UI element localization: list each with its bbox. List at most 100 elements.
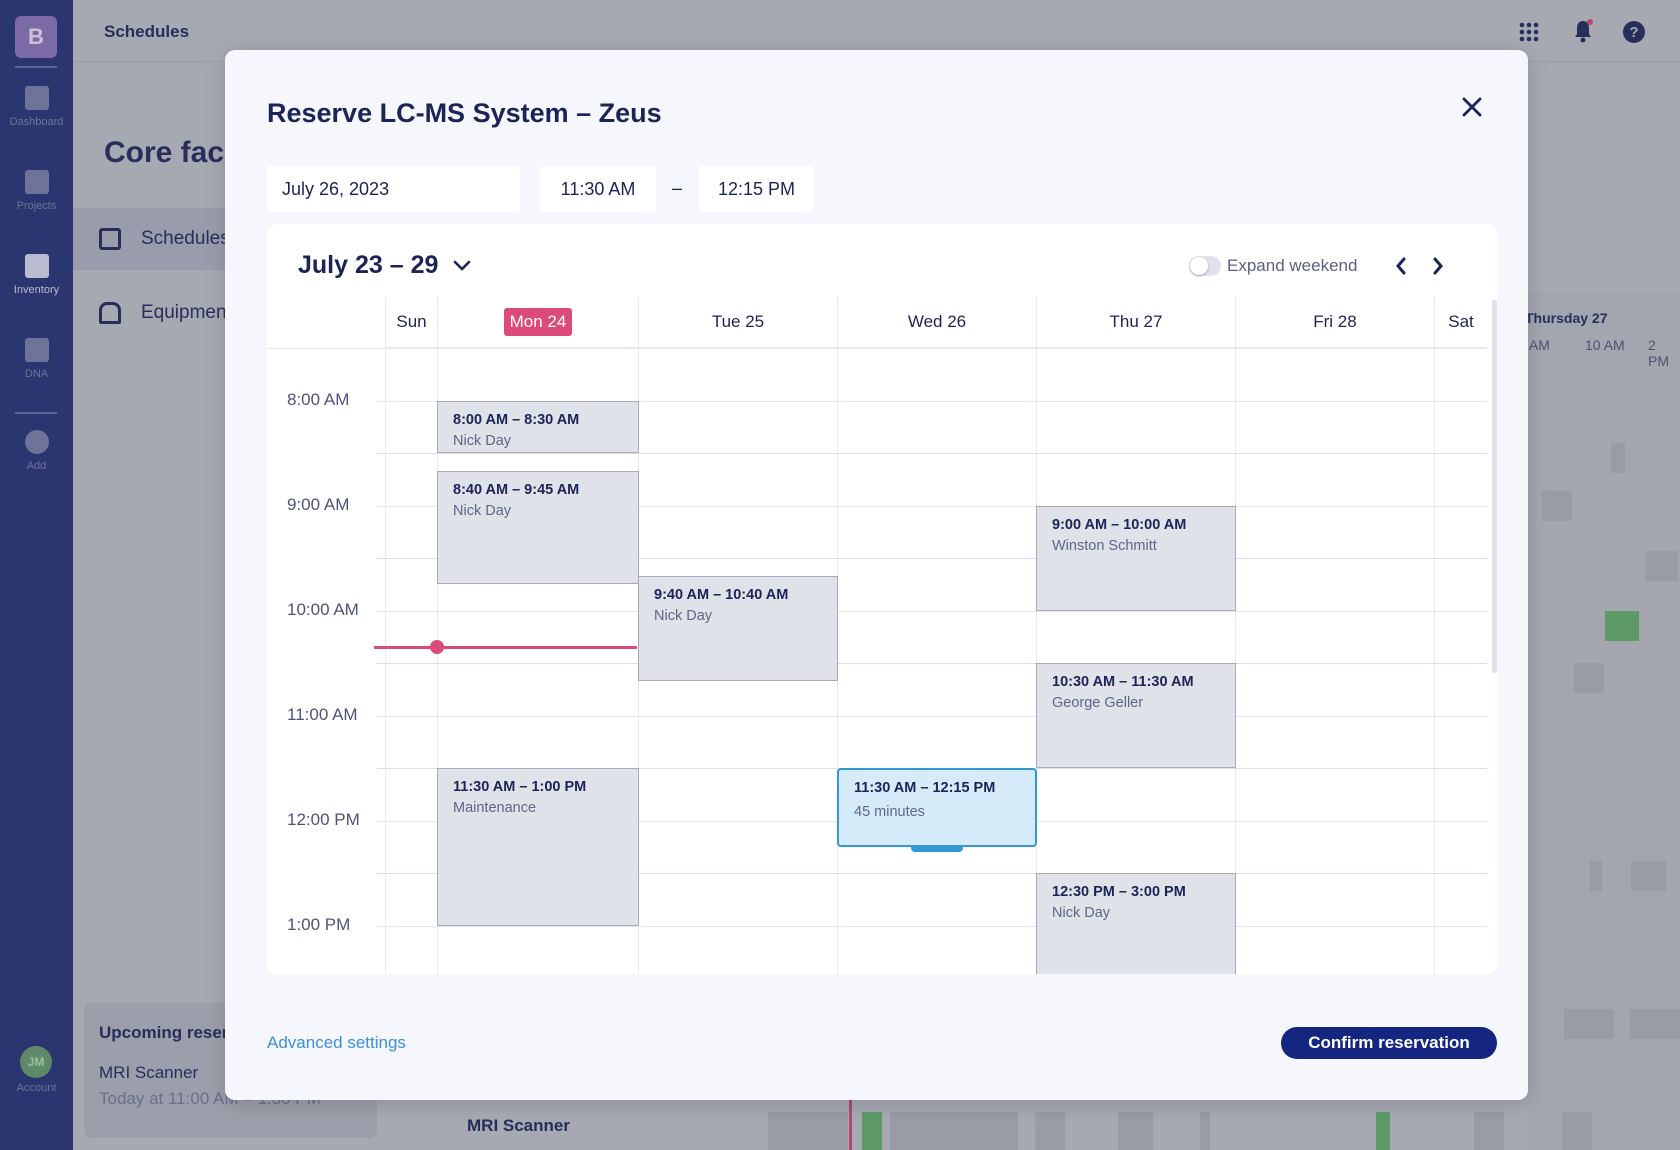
selected-time-slot[interactable]: 11:30 AM – 12:15 PM 45 minutes [837, 768, 1037, 852]
sidebar-item-inventory[interactable]: Inventory [0, 254, 73, 296]
current-time-dot [430, 640, 444, 655]
hour-label: 1:00 PM [287, 914, 351, 934]
calendar-grid[interactable]: 8:00 AM 9:00 AM 10:00 AM 11:00 AM 12:00 PM 1:… [267, 348, 1487, 974]
bell-icon[interactable] [1571, 18, 1595, 44]
chevron-left-icon[interactable] [1391, 254, 1411, 278]
reserve-modal: Reserve LC-MS System – Zeus July 26, 202… [225, 50, 1528, 1100]
event-time: 12:30 PM – 3:00 PM [1052, 884, 1186, 900]
day-label: Sat [1448, 312, 1474, 331]
event-time: 9:00 AM – 10:00 AM [1052, 516, 1187, 533]
event-owner: Nick Day [453, 502, 512, 519]
event-duration: 45 minutes [854, 804, 925, 820]
event-owner: Maintenance [453, 800, 537, 816]
dna-icon [24, 338, 49, 362]
timeline-day: Thursday 27 [1525, 310, 1608, 326]
day-header[interactable]: Mon 24 [437, 297, 638, 348]
reservation-event[interactable]: 8:40 AM – 9:45 AM Nick Day [437, 470, 639, 585]
reservation-event[interactable]: 10:30 AM – 11:30 AM George Geller [1036, 663, 1236, 768]
reservation-event[interactable]: 8:00 AM – 8:30 AM Nick Day [437, 400, 639, 453]
grid-column-line [385, 348, 386, 974]
start-time-field[interactable]: 11:30 AM [540, 166, 656, 212]
sidebar-item-label: Dashboard [9, 116, 64, 128]
microscope-icon [99, 302, 121, 324]
app-logo[interactable]: B [15, 16, 57, 58]
day-label: Tue 25 [711, 312, 765, 331]
divider [15, 412, 57, 414]
day-header[interactable]: Thu 27 [1036, 297, 1235, 348]
plus-circle-icon [24, 430, 49, 454]
time-separator: – [672, 178, 683, 198]
sidebar-item-projects[interactable]: Projects [0, 170, 73, 212]
calendar-scrollbar[interactable] [1492, 300, 1497, 673]
close-icon[interactable] [1460, 95, 1484, 119]
timeline-row-label: MRI Scanner [467, 1116, 570, 1135]
event-time: 8:40 AM – 9:45 AM [453, 481, 580, 498]
clipboard-icon [24, 170, 49, 194]
timeline-background: Thursday 27 6 AM 10 AM 2 PM [1518, 293, 1680, 1150]
timeline-row: MRI Scanner [390, 1100, 1680, 1150]
home-icon [24, 86, 49, 110]
day-label: Sun [396, 312, 427, 331]
resize-handle[interactable] [911, 845, 963, 852]
calendar-icon [99, 228, 121, 250]
day-label: Wed 26 [907, 312, 967, 331]
svg-text:?: ? [1629, 24, 1638, 41]
expand-weekend-toggle[interactable] [1189, 256, 1221, 276]
day-label: Thu 27 [1109, 312, 1163, 331]
day-header[interactable]: Sun [385, 297, 437, 348]
reservation-event[interactable]: 9:00 AM – 10:00 AM Winston Schmitt [1036, 505, 1236, 611]
hour-label: 12:00 PM [287, 809, 360, 829]
day-header[interactable]: Wed 26 [837, 297, 1036, 348]
day-header[interactable]: Sat [1434, 297, 1487, 348]
nav-equipment[interactable]: Equipment [73, 282, 233, 344]
hour-label: 10:00 AM [287, 599, 359, 619]
reservation-event[interactable]: 11:30 AM – 1:00 PM Maintenance [437, 768, 639, 926]
hour-label: 9:00 AM [287, 494, 350, 514]
grid-line [377, 925, 1487, 927]
divider [15, 66, 57, 68]
event-time: 8:00 AM – 8:30 AM [453, 411, 580, 428]
nav-schedules[interactable]: Schedules [73, 208, 233, 270]
day-label: Fri 28 [1313, 312, 1357, 331]
confirm-reservation-button[interactable]: Confirm reservation [1281, 1027, 1497, 1059]
grid-line [377, 453, 1487, 454]
advanced-settings-link[interactable]: Advanced settings [267, 1033, 406, 1053]
event-owner: Winston Schmitt [1052, 537, 1157, 554]
grid-line [377, 610, 1487, 612]
chevron-right-icon[interactable] [1428, 254, 1448, 278]
timeline-tick: 10 AM [1585, 337, 1625, 353]
day-header[interactable]: Fri 28 [1235, 297, 1434, 348]
reservation-event[interactable]: 9:40 AM – 10:40 AM Nick Day [638, 575, 838, 681]
reservation-event[interactable]: 12:30 PM – 3:00 PM Nick Day [1036, 873, 1236, 974]
end-time-field[interactable]: 12:15 PM [699, 166, 814, 212]
event-time: 10:30 AM – 11:30 AM [1052, 674, 1194, 690]
help-icon[interactable]: ? [1622, 20, 1646, 44]
sidebar-item-label: Projects [16, 200, 57, 212]
week-range: July 23 – 29 [298, 251, 439, 279]
week-range-selector[interactable]: July 23 – 29 [298, 251, 472, 280]
modal-title: Reserve LC-MS System – Zeus [267, 98, 662, 128]
event-time: 9:40 AM – 10:40 AM [654, 586, 789, 603]
event-time: 11:30 AM – 12:15 PM [854, 780, 996, 796]
account-label: Account [16, 1082, 57, 1094]
expand-weekend-label: Expand weekend [1227, 256, 1358, 275]
sidebar-item-dna[interactable]: DNA [0, 338, 73, 380]
avatar[interactable]: JM [20, 1046, 52, 1078]
grid-line [377, 663, 1487, 664]
today-badge: Mon 24 [503, 308, 573, 336]
nav-label: Schedules [141, 228, 230, 249]
date-field[interactable]: July 26, 2023 [267, 166, 520, 212]
sidebar-item-dashboard[interactable]: Dashboard [0, 86, 73, 128]
nav-label: Equipment [141, 302, 232, 323]
apps-grid-icon[interactable] [1519, 22, 1539, 42]
event-owner: George Geller [1052, 695, 1144, 711]
section-heading: Core facil [104, 136, 241, 169]
sidebar-item-label: Add [26, 460, 47, 472]
chevron-down-icon [454, 260, 471, 271]
event-owner: Nick Day [1052, 905, 1111, 921]
grid-column-line [1434, 348, 1435, 974]
grid-line [377, 715, 1487, 717]
week-calendar: July 23 – 29 Expand weekend Sun Mon 24 Tue… [267, 224, 1497, 974]
sidebar-item-add[interactable]: Add [0, 430, 73, 472]
day-header[interactable]: Tue 25 [638, 297, 837, 348]
